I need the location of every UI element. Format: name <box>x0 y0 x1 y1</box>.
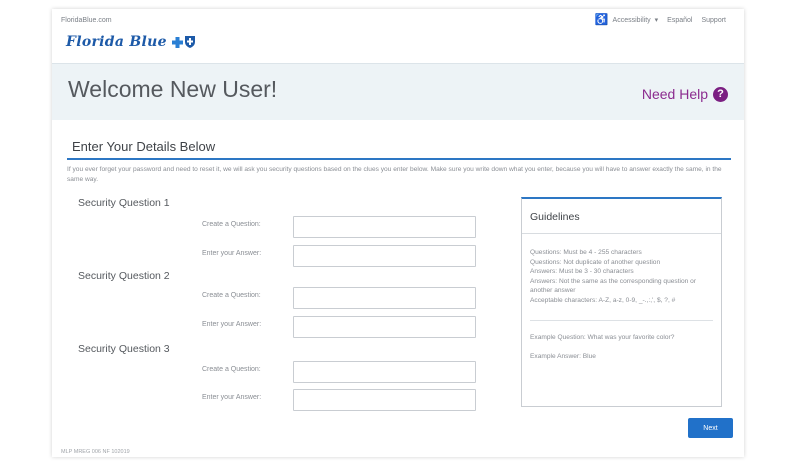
example-answer: Example Answer: Blue <box>530 353 596 361</box>
security-question-1-title: Security Question 1 <box>78 197 170 209</box>
create-question-1-input[interactable] <box>293 216 476 238</box>
create-question-3-label: Create a Question: <box>202 366 261 373</box>
answer-2-input[interactable] <box>293 316 476 338</box>
support-link[interactable]: Support <box>701 17 726 24</box>
hero-banner: Welcome New User! Need Help ? <box>52 63 744 120</box>
accessibility-menu[interactable]: ♿ Accessibility ▾ <box>594 13 659 26</box>
next-button[interactable]: Next <box>688 418 733 438</box>
answer-3-input[interactable] <box>293 389 476 411</box>
answer-3-label: Enter your Answer: <box>202 394 262 401</box>
need-help-label: Need Help <box>641 86 708 102</box>
accessibility-icon: ♿ <box>594 13 609 26</box>
create-question-1-label: Create a Question: <box>202 221 261 228</box>
security-question-3-title: Security Question 3 <box>78 343 170 355</box>
site-link[interactable]: FloridaBlue.com <box>61 17 112 24</box>
utility-links: ♿ Accessibility ▾ Español Support <box>594 13 726 26</box>
section-divider <box>67 158 731 160</box>
espanol-link[interactable]: Español <box>667 17 692 24</box>
page-title: Welcome New User! <box>68 76 278 102</box>
cross-shield-logo-icon <box>171 36 195 48</box>
guidelines-examples: Example Question: What was your favorite… <box>530 319 713 362</box>
intro-text: If you ever forget your password and nee… <box>67 166 722 183</box>
page-frame: FloridaBlue.com ♿ Accessibility ▾ Españo… <box>52 9 744 457</box>
footer-code: MLP MREG 006 NF 102019 <box>61 449 130 455</box>
create-question-2-label: Create a Question: <box>202 292 261 299</box>
answer-1-label: Enter your Answer: <box>202 250 262 257</box>
section-title: Enter Your Details Below <box>72 139 216 154</box>
brand-logo[interactable]: Florida Blue <box>66 34 195 50</box>
example-question: Example Question: What was your favorite… <box>530 333 675 341</box>
shield-icon <box>184 36 195 48</box>
answer-1-input[interactable] <box>293 245 476 267</box>
question-circle-icon: ? <box>713 86 728 102</box>
guidelines-title: Guidelines <box>530 211 580 223</box>
guidelines-rules: Questions: Must be 4 - 255 characters Qu… <box>530 249 697 304</box>
guidelines-panel: Guidelines Questions: Must be 4 - 255 ch… <box>521 197 722 407</box>
utility-bar: FloridaBlue.com ♿ Accessibility ▾ Españo… <box>52 9 744 32</box>
accessibility-label: Accessibility <box>612 16 651 24</box>
answer-2-label: Enter your Answer: <box>202 321 262 328</box>
chevron-down-icon: ▾ <box>654 17 659 24</box>
create-question-2-input[interactable] <box>293 287 476 309</box>
create-question-3-input[interactable] <box>293 361 476 383</box>
guidelines-divider <box>522 233 721 234</box>
security-question-2-title: Security Question 2 <box>78 270 170 282</box>
brand-name: Florida Blue <box>66 34 167 50</box>
need-help-link[interactable]: Need Help ? <box>642 86 728 102</box>
cross-icon <box>171 36 183 48</box>
